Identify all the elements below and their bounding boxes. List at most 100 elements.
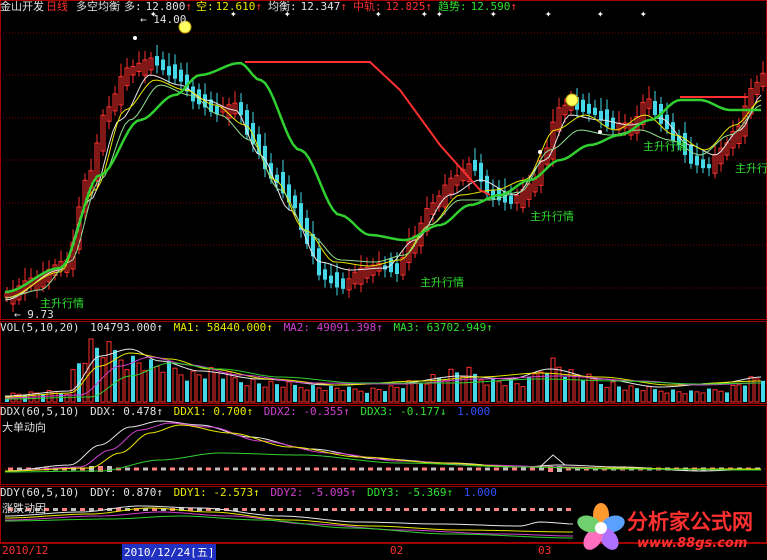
volume-bar-up	[448, 368, 454, 403]
ddy-bar	[287, 508, 292, 511]
candle-down	[599, 110, 603, 121]
ddx-bar	[341, 467, 346, 471]
volume-bar-up	[352, 388, 358, 403]
volume-bar-up	[340, 390, 346, 403]
volume-bar-up	[34, 392, 40, 403]
ddx-bar	[386, 467, 391, 471]
ddx-bar	[323, 467, 328, 471]
candle-down	[581, 99, 585, 112]
ddy-bar	[440, 508, 445, 511]
volume-bar-up	[628, 385, 634, 403]
ddx-bar	[458, 467, 463, 471]
zhongshu-value: 12.825	[385, 0, 426, 13]
qushi-value: 12.590	[470, 0, 511, 13]
ddx-bar	[179, 467, 184, 471]
price-panel[interactable]: ✦ ✦ ✦ ✦ ✦ ✦ ✦ ✦ ✦ ✦ 金山开发 日线 多空均衡 多: 12.800↑ 空: 12.610↑ 均…	[0, 0, 767, 321]
volume-bar-up	[466, 366, 472, 403]
signal-burst-icon	[565, 93, 579, 107]
volume-bar-down	[743, 385, 747, 402]
signal-dot-icon	[133, 36, 137, 40]
axis-date-1: 2010/12	[2, 544, 49, 557]
volume-bar-up	[550, 357, 556, 403]
volume-bar-down	[113, 350, 117, 402]
volume-bar-up	[388, 385, 394, 403]
vol-name: VOL(5,10,20)	[0, 321, 80, 334]
volume-bar-up	[682, 393, 688, 403]
ddy-bar	[521, 508, 526, 511]
ddy-bar	[251, 508, 256, 511]
ddx-name: DDX(60,5,10)	[0, 405, 80, 418]
volume-bar-up	[730, 384, 736, 403]
ddy-bar	[557, 508, 562, 511]
axis-date-2[interactable]: 2010/12/24[五]	[122, 544, 217, 560]
volume-bar-up	[424, 383, 430, 403]
signal-dot-icon	[538, 150, 542, 154]
volume-bar-down	[761, 380, 765, 402]
volume-bar-up	[514, 383, 520, 403]
volume-bar-up	[136, 362, 142, 403]
candle-down	[689, 144, 693, 164]
ddx-bar	[539, 467, 544, 471]
candle-down	[473, 159, 477, 171]
ddy-bar	[269, 508, 274, 511]
candle-down	[161, 59, 165, 71]
volume-bar-down	[311, 385, 315, 402]
price-chart[interactable]: ✦ ✦ ✦ ✦ ✦ ✦ ✦ ✦ ✦ ✦	[0, 0, 767, 320]
ddy-value: DDY: 0.870↑	[90, 486, 163, 499]
ddy-bar	[503, 508, 508, 511]
zhongshu-label: 中轨:	[353, 0, 382, 13]
stock-name: 金山开发	[0, 0, 44, 13]
ddy-bar	[530, 508, 535, 511]
volume-bar-down	[95, 347, 99, 402]
ddy-bar	[80, 508, 85, 511]
ddx-bar	[242, 467, 247, 471]
volume-bar-up	[592, 379, 598, 403]
ddx-bar	[350, 467, 355, 471]
volume-bar-down	[293, 384, 297, 402]
volume-bar-up	[244, 385, 250, 403]
volume-bar-down	[401, 388, 405, 402]
ddx-bar	[449, 467, 454, 471]
ddy-line-green	[4, 515, 574, 539]
ddx-panel[interactable]: DDX(60,5,10) DDX: 0.478↑ DDX1: 0.700↑ DD…	[0, 405, 767, 485]
volume-panel[interactable]: VOL(5,10,20) 104793.000↑ MA1: 58440.000↑…	[0, 321, 767, 404]
duo-label: 多:	[124, 0, 142, 13]
volume-bar-up	[226, 371, 232, 403]
ddx-bar	[161, 467, 166, 471]
logo-text: 分析家公式网	[627, 510, 753, 534]
ma-green-line	[4, 61, 761, 294]
volume-bar-up	[286, 381, 292, 403]
ddx-bar	[188, 467, 193, 471]
volume-bar-down	[689, 390, 693, 402]
ddy-bar	[485, 508, 490, 511]
candle-down	[173, 64, 177, 79]
star-marker: ✦	[597, 7, 604, 20]
ddx-bar	[404, 467, 409, 471]
volume-bar-up	[604, 386, 610, 403]
volume-bar-up	[190, 370, 196, 403]
candle-down	[341, 278, 345, 289]
volume-bar-up	[322, 390, 328, 403]
ddy-bar	[548, 508, 553, 511]
ddx-bar	[332, 467, 337, 471]
volume-bar-up	[502, 385, 508, 403]
ddy1-value: DDY1: -2.573↑	[173, 486, 260, 499]
ddy-bar	[422, 508, 427, 511]
candle-down	[485, 175, 489, 195]
volume-bar-up	[370, 387, 376, 403]
ddy-bar	[350, 508, 355, 511]
volume-bar-up	[700, 392, 706, 403]
ddx-bar	[224, 467, 229, 471]
ddy-last: 1.000	[463, 486, 497, 499]
ddx-bar	[503, 467, 508, 471]
volume-bar-up	[574, 374, 580, 403]
candle-down	[593, 107, 597, 115]
ddy-bar	[89, 508, 94, 511]
ddy-bar	[539, 508, 544, 511]
price-header: 金山开发 日线 多空均衡 多: 12.800↑ 空: 12.610↑ 均衡: 12.347↑ 中轨…	[0, 0, 517, 13]
ddx-bar	[413, 467, 418, 471]
volume-bar-down	[329, 385, 333, 402]
junheng-label: 均衡:	[268, 0, 297, 13]
ddx2-value: DDX2: -0.355↑	[263, 405, 350, 418]
volume-bar-up	[334, 387, 340, 403]
